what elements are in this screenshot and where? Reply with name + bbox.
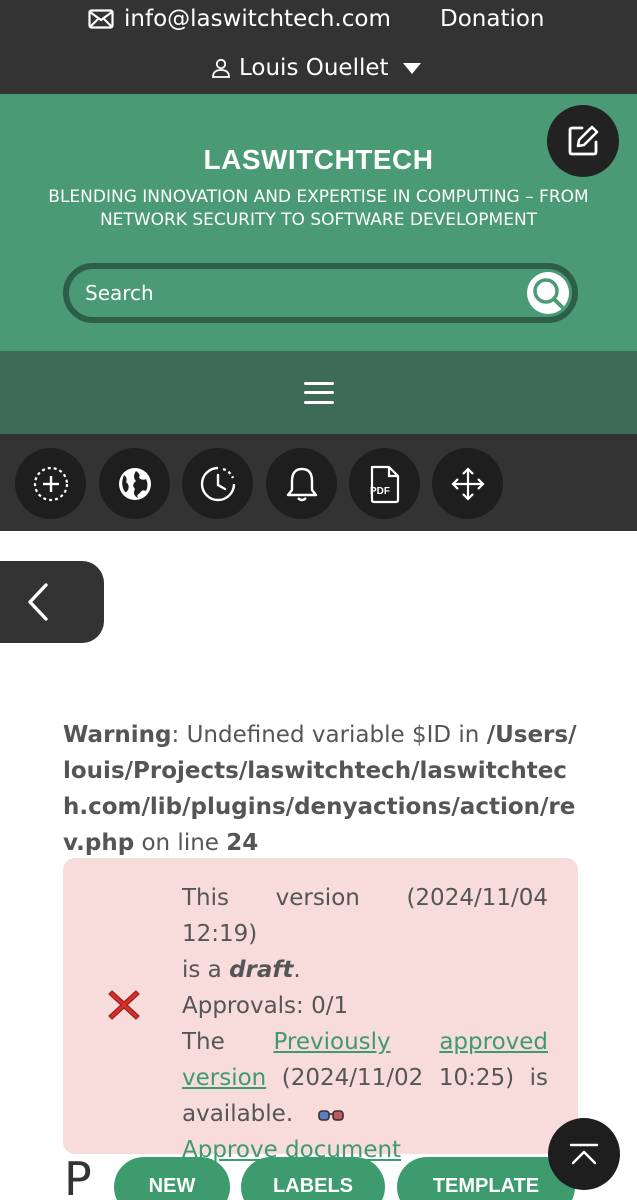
new-button[interactable]: NEW — [114, 1157, 230, 1200]
draft-line: is a draft. — [182, 952, 548, 988]
search-bar — [63, 263, 578, 323]
previous-date-line: version (2024/11/02 10:25) is — [182, 1060, 548, 1096]
site-tagline: BLENDING INNOVATION AND EXPERTISE IN COM… — [48, 187, 589, 230]
caret-down-icon — [402, 62, 421, 74]
globe-icon — [118, 467, 151, 500]
site-title[interactable]: LASWITCHTECH — [0, 144, 637, 176]
php-warning: Warning: Undefined variable $ID in /User… — [63, 717, 578, 861]
user-icon — [212, 58, 230, 78]
notice-body: This version (2024/11/04 12:19) is a dra… — [182, 880, 548, 1168]
notifications-button[interactable] — [266, 448, 337, 519]
cross-mark-icon — [108, 990, 140, 1020]
user-menu[interactable]: Louis Ouellet — [211, 55, 421, 81]
draft-suffix: . — [293, 957, 301, 983]
draft-prefix: is a — [182, 957, 230, 983]
user-name: Louis Ouellet — [239, 55, 389, 81]
edit-page-button[interactable] — [547, 105, 619, 177]
scroll-to-top-button[interactable] — [548, 1118, 620, 1190]
is-word: is — [529, 1065, 549, 1091]
previous-date: (2024/11/02 10:25) — [281, 1065, 515, 1091]
move-button[interactable] — [432, 448, 503, 519]
chevron-left-icon — [28, 583, 48, 621]
glasses-icon[interactable] — [318, 1108, 345, 1122]
previously-approved-link-part1[interactable]: Previously — [273, 1029, 390, 1055]
hamburger-menu-icon[interactable] — [303, 381, 334, 404]
paragraph-glyph: P — [64, 1152, 92, 1200]
add-circle-icon — [33, 466, 68, 501]
page-toolbar: PDF — [0, 434, 637, 531]
warning-on-line: on line — [134, 830, 227, 856]
top-bar: info@laswitchtech.com Donation Louis Oue… — [0, 0, 637, 94]
available-line: available. — [182, 1096, 548, 1132]
history-button[interactable] — [182, 448, 253, 519]
email-link[interactable]: info@laswitchtech.com — [88, 6, 391, 32]
arrow-up-to-top-icon — [569, 1143, 599, 1165]
clock-history-icon — [200, 466, 235, 501]
search-input[interactable] — [85, 277, 505, 309]
previously-approved-link-part2[interactable]: approved — [439, 1029, 548, 1055]
warning-line-number: 24 — [226, 830, 259, 856]
approvals-line: Approvals: 0/1 — [182, 993, 349, 1019]
previous-line: The Previously approved — [182, 1024, 548, 1060]
the-word: The — [182, 1029, 225, 1055]
donation-link[interactable]: Donation — [440, 6, 545, 32]
move-arrows-icon — [450, 466, 485, 501]
available-text: available. — [182, 1101, 294, 1127]
add-button[interactable] — [15, 448, 86, 519]
labels-button[interactable]: LABELS — [241, 1157, 385, 1200]
site-header: LASWITCHTECH BLENDING INNOVATION AND EXP… — [0, 94, 637, 351]
language-button[interactable] — [99, 448, 170, 519]
warning-label: Warning — [63, 722, 172, 748]
export-pdf-button[interactable]: PDF — [349, 448, 420, 519]
draft-status: draft — [229, 957, 294, 983]
draft-notice: This version (2024/11/04 12:19) is a dra… — [63, 858, 578, 1163]
main-nav-bar — [0, 351, 637, 434]
envelope-icon — [88, 9, 114, 29]
top-links: info@laswitchtech.com Donation — [0, 6, 637, 40]
warning-message: : Undefined variable $ID in — [171, 722, 487, 748]
back-button[interactable] — [0, 561, 104, 643]
email-text: info@laswitchtech.com — [124, 6, 391, 32]
svg-text:PDF: PDF — [370, 486, 390, 497]
edit-icon — [568, 125, 599, 156]
pdf-icon: PDF — [370, 465, 399, 503]
version-line: This version (2024/11/04 12:19) — [182, 885, 548, 947]
previously-approved-link-part3[interactable]: version — [182, 1065, 266, 1091]
search-icon — [533, 278, 564, 309]
search-button[interactable] — [527, 272, 569, 314]
bell-icon — [286, 467, 317, 501]
